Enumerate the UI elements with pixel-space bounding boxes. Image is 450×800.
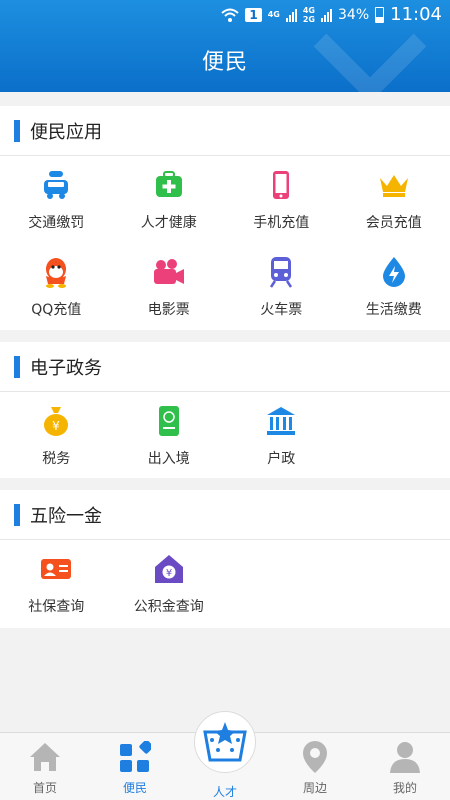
bolt-drop-icon [377,255,411,289]
section-title: 便民应用 [30,121,102,143]
user-icon [387,739,423,775]
battery-icon [375,6,385,23]
app-utility-payment[interactable]: 生活缴费 [338,243,450,330]
tab-label: 周边 [302,781,327,795]
app-movie-ticket[interactable]: 电影票 [113,243,226,330]
app-label: 手机充值 [253,215,310,231]
app-label: 社保查询 [28,599,85,615]
app-traffic-fine[interactable]: 交通缴罚 [0,156,113,243]
tab-nearby[interactable]: 周边 [270,733,360,800]
tab-home[interactable]: 首页 [0,733,90,800]
star-basket-icon [194,711,256,773]
grid-icon [117,739,153,775]
section-header: 电子政务 [0,342,450,392]
app-label: 交通缴罚 [28,215,85,231]
page-title: 便民 [201,50,248,75]
app-immigration[interactable]: 出入境 [113,392,226,479]
tab-label: 首页 [32,781,57,795]
app-tax[interactable]: ¥ 税务 [0,392,113,479]
section-convenience-apps: 便民应用 交通缴罚 人才健康 手机充值 会员充值 QQ充值 电影票 火车票 生活… [0,106,450,330]
medical-kit-icon [152,168,186,202]
section-header: 五险一金 [0,490,450,540]
car-icon [39,168,73,202]
phone-icon [264,168,298,202]
money-bag-icon: ¥ [39,404,73,438]
app-label: 出入境 [147,451,190,467]
movie-camera-icon [152,255,186,289]
bottom-tab-bar: 首页 便民 人才 周边 我的 [0,711,450,800]
network-type: 4G [268,10,280,19]
crown-icon [377,168,411,202]
app-household-registration[interactable]: 户政 [225,392,338,479]
qq-icon [39,255,73,289]
signal-bars-icon [285,8,297,22]
app-label: 电影票 [147,302,190,318]
app-housing-fund-query[interactable]: ¥ 公积金查询 [113,540,226,627]
app-label: 公积金查询 [133,599,204,615]
section-title: 五险一金 [30,505,102,527]
app-social-security-query[interactable]: 社保查询 [0,540,113,627]
network-type-2: 4G 2G [303,6,315,24]
app-label: 会员充值 [365,215,422,231]
app-label: QQ充值 [31,302,82,318]
location-pin-icon [297,739,333,775]
svg-text:¥: ¥ [52,419,60,433]
app-label: 税务 [42,451,71,467]
app-label: 户政 [267,451,296,467]
home-icon [27,739,63,775]
header: 1 4G 4G 2G 34% 11:04 便民 [0,0,450,92]
clock: 11:04 [390,4,442,25]
tab-label: 人才 [212,785,237,799]
section-e-government: 电子政务 ¥ 税务 出入境 户政 [0,342,450,478]
section-title: 电子政务 [30,357,102,379]
app-train-ticket[interactable]: 火车票 [225,243,338,330]
battery-percent: 34% [338,6,370,23]
tab-label: 我的 [392,781,417,795]
wifi-icon [221,8,240,22]
app-talent-health[interactable]: 人才健康 [113,156,226,243]
section-social-insurance: 五险一金 社保查询 ¥ 公积金查询 [0,490,450,628]
app-qq-recharge[interactable]: QQ充值 [0,243,113,330]
network-type-2-bottom: 2G [302,14,315,24]
id-card-icon [39,552,73,586]
app-label: 人才健康 [140,215,197,231]
government-building-icon [264,404,298,438]
status-bar: 1 4G 4G 2G 34% 11:04 [0,0,450,30]
tab-mine[interactable]: 我的 [360,733,450,800]
train-icon [264,255,298,289]
app-label: 火车票 [260,302,303,318]
tab-label: 便民 [122,781,147,795]
housing-fund-icon: ¥ [152,552,186,586]
signal-bars-2-icon [321,8,332,22]
tab-talent[interactable]: 人才 [180,711,270,800]
section-header: 便民应用 [0,106,450,156]
section-marker [14,119,20,142]
section-marker [14,503,20,526]
tab-convenience[interactable]: 便民 [90,733,180,800]
network-type-2-top: 4G [302,5,315,15]
passport-icon [152,404,186,438]
section-marker [14,355,20,378]
network-type-top: 4G [267,10,280,19]
app-label: 生活缴费 [365,302,422,318]
svg-text:¥: ¥ [166,568,172,579]
sim-badge: 1 [245,7,262,22]
app-phone-recharge[interactable]: 手机充值 [225,156,338,243]
app-member-recharge[interactable]: 会员充值 [338,156,450,243]
